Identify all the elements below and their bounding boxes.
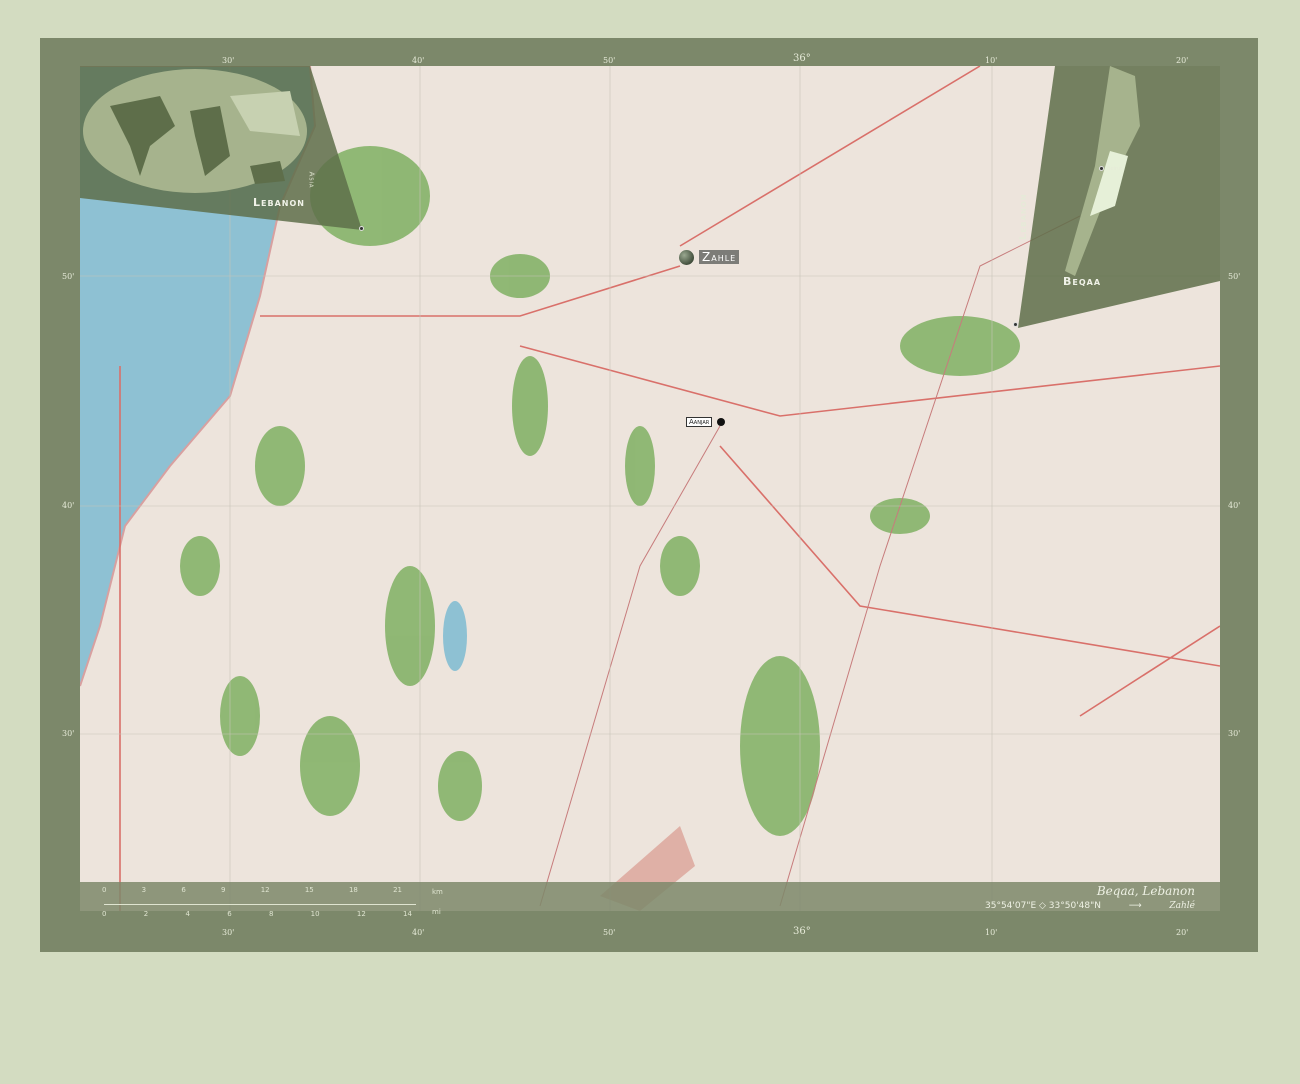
coordinates: 35°54'07"E ◇ 33°50'48"N (985, 901, 1102, 911)
arrow-icon: ⟶ (1128, 901, 1142, 911)
world-inset-pointer (359, 226, 364, 231)
tick-top: 50' (603, 56, 616, 65)
scale-mi-tick: 14 (403, 910, 412, 918)
tick-bottom: 40' (412, 928, 425, 937)
tick-left: 40' (62, 501, 75, 510)
lake (443, 601, 467, 671)
capital-marker-icon[interactable] (679, 250, 694, 265)
scale-bar: 0 3 6 9 12 15 18 21 0 2 4 6 8 10 12 14 km mi (80, 882, 443, 918)
tick-bottom: 36° (793, 926, 811, 937)
scale-km-tick: 21 (393, 886, 402, 894)
region-inset-label: Beqaa (1063, 275, 1102, 288)
map-svg (79, 65, 1221, 911)
map-canvas[interactable] (79, 65, 1221, 911)
tick-top: 20' (1176, 56, 1189, 65)
tick-bottom: 50' (603, 928, 616, 937)
scale-km-tick: 6 (181, 886, 186, 894)
world-inset-continent-label: Asia (307, 171, 316, 189)
tick-bottom: 20' (1176, 928, 1189, 937)
beirut-label: Beirut (1107, 166, 1123, 172)
capital-name: Zahlé (1169, 901, 1195, 911)
tick-top: 10' (985, 56, 998, 65)
scale-mi-tick: 4 (185, 910, 190, 918)
town-marker-icon[interactable] (717, 418, 725, 426)
scale-km-tick: 18 (348, 886, 358, 894)
scale-km-tick: 15 (304, 886, 314, 894)
scale-km-tick: 9 (221, 886, 226, 894)
country-inset-label: Lebanon (1018, 193, 1029, 240)
tick-bottom: 10' (985, 928, 998, 937)
region-title: Beqaa, Lebanon (1096, 884, 1195, 898)
scale-km-tick: 3 (141, 886, 147, 894)
scale-mi-tick: 0 (102, 910, 107, 918)
tick-top: 36° (793, 53, 811, 64)
world-inset-country-label: Lebanon (253, 196, 305, 209)
country-inset-pointer (1013, 322, 1018, 327)
map-caption: Beqaa, Lebanon 35°54'07"E ◇ 33°50'48"N ⟶ Z… (985, 884, 1195, 911)
scale-km-tick: 12 (260, 886, 270, 894)
mi-label: mi (432, 908, 441, 916)
tick-top: 40' (412, 56, 425, 65)
scale-mi-tick: 12 (356, 910, 366, 918)
scale-mi-tick: 10 (310, 910, 320, 918)
place-label-zahle[interactable]: Zahle (699, 250, 740, 264)
scale-mi-tick: 2 (143, 910, 149, 918)
tick-top: 30' (222, 56, 235, 65)
scale-mi-tick: 6 (227, 910, 232, 918)
tick-left: 30' (62, 729, 75, 738)
beirut-dot (1099, 166, 1104, 171)
tick-right: 50' (1228, 272, 1241, 281)
km-label: km (432, 888, 443, 896)
tick-right: 40' (1228, 501, 1241, 510)
scale-km-tick: 0 (102, 886, 107, 894)
tick-right: 30' (1228, 729, 1241, 738)
place-label-aanjar[interactable]: Aanjar (686, 417, 713, 427)
tick-left: 50' (62, 272, 75, 281)
tick-bottom: 30' (222, 928, 235, 937)
scale-mi-tick: 8 (268, 910, 274, 918)
